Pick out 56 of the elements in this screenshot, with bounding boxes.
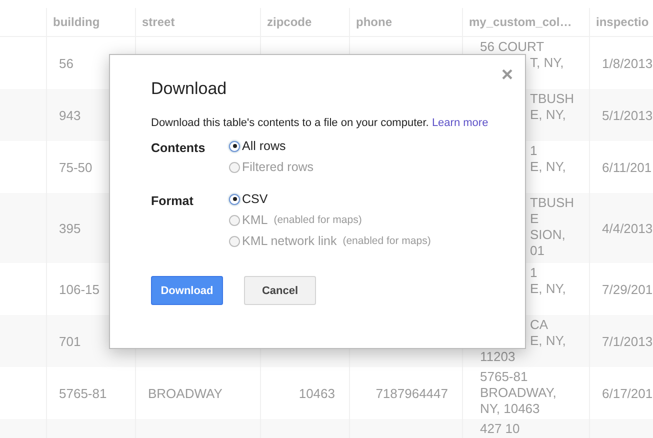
table-cell: 5765-81 — [480, 369, 528, 385]
table-cell-text: 6/11/201 — [601, 160, 652, 174]
table-cell-text: 10463 — [298, 386, 336, 400]
table-cell: NY, 10463 — [480, 401, 540, 417]
group-label: Contents — [151, 140, 206, 157]
table-cell: CA — [530, 317, 548, 333]
table-cell-text: 56 — [58, 56, 74, 70]
table-cell: E — [530, 211, 539, 227]
radio-button[interactable] — [229, 140, 240, 152]
table-cell-text: 1/8/2013 — [601, 56, 653, 70]
dialog-description: Download this table's contents to a file on your computer. Learn more — [151, 117, 490, 129]
column-header[interactable]: street — [135, 8, 260, 36]
table-cell-text: 7187964447 — [376, 386, 449, 400]
table-cell: SION, — [530, 227, 566, 243]
table-cell: BROADWAY, — [480, 385, 556, 401]
table-cell-text: 5/1/2013 — [601, 108, 653, 122]
dialog-title: Download — [151, 79, 228, 99]
table-cell: E, NY, — [530, 107, 566, 123]
column-header[interactable]: building — [46, 8, 135, 36]
table-cell-text: 5765-81 — [58, 386, 107, 400]
table-cell-text: 106-15 — [58, 282, 100, 296]
table-cell: 11203 — [480, 349, 516, 365]
table-cell-text: 7/29/201 — [601, 282, 653, 296]
learn-more-link[interactable]: Learn more — [432, 117, 488, 129]
column-header[interactable]: zipcode — [260, 8, 349, 36]
download-button[interactable]: Download — [151, 276, 223, 305]
table-cell: E, NY, — [530, 159, 566, 175]
group-label: Format — [151, 193, 194, 210]
column-header[interactable]: phone — [349, 8, 462, 36]
table-cell-text: 75-50 — [58, 160, 92, 174]
table-cell: TBUSH — [530, 195, 574, 211]
table-cell-text: BROADWAY — [147, 386, 222, 400]
option-note: (enabled for maps) — [342, 235, 431, 247]
option-label[interactable]: All rows — [242, 139, 286, 153]
table-cell-text: 7/1/2013 — [601, 334, 653, 348]
table-cell: E, NY, — [530, 333, 566, 349]
table-cell: 1 — [530, 143, 538, 159]
table-cell-text: 4/4/2013 — [601, 220, 653, 236]
cancel-button[interactable]: Cancel — [244, 276, 316, 305]
table-cell-text: 943 — [58, 108, 81, 122]
table-cell: T, NY, — [530, 55, 564, 71]
table-cell: 427 10 — [480, 421, 520, 437]
table-cell: E, NY, — [530, 281, 566, 297]
column-header[interactable]: my_custom_col… — [462, 8, 589, 36]
column-header[interactable]: inspectio — [589, 8, 653, 36]
option-label[interactable]: CSV — [242, 192, 268, 206]
table-cell: 01 — [530, 243, 544, 259]
table-cell-text: 395 — [58, 220, 81, 236]
table-cell: 1 — [530, 265, 538, 281]
radio-button[interactable] — [229, 194, 240, 204]
table-cell: TBUSH — [530, 91, 574, 107]
table-cell-text: 701 — [58, 334, 81, 348]
option-note: (enabled for maps) — [274, 214, 362, 226]
close-icon[interactable]: × — [501, 65, 513, 85]
table-cell: 56 COURT — [480, 39, 544, 55]
table-cell-text: 6/17/201 — [601, 386, 653, 400]
